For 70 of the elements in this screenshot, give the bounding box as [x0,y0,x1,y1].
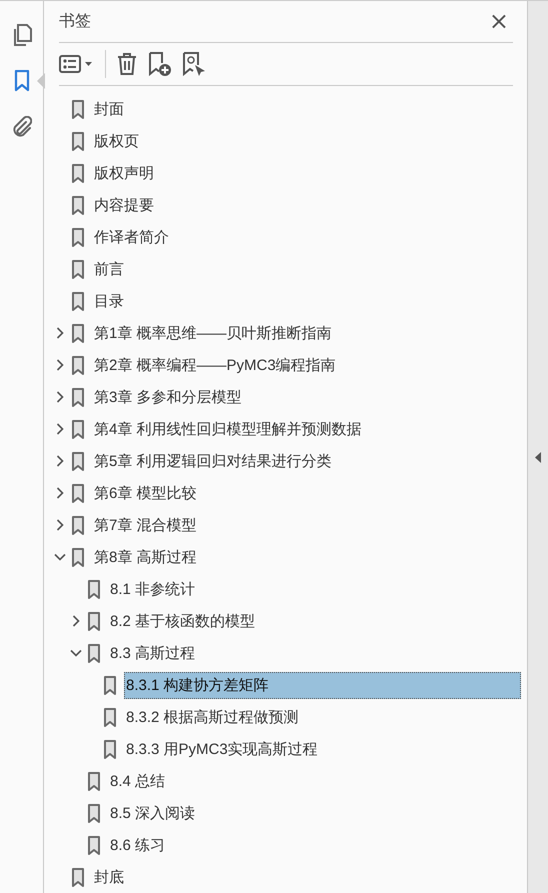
bookmark-item[interactable]: 第8章 高斯过程 [92,544,521,570]
bookmark-icon [72,196,84,214]
bookmark-icon [72,164,84,182]
paperclip-icon[interactable] [12,116,32,138]
bookmark-item[interactable]: 8.6 练习 [108,832,521,858]
close-button[interactable]: × [484,9,513,34]
bookmark-icon [72,132,84,150]
bookmark-item[interactable]: 8.3.2 根据高斯过程做预测 [124,704,521,730]
options-icon[interactable] [59,54,95,74]
bookmark-icon [72,868,84,886]
bookmark-item[interactable]: 8.3.3 用PyMC3实现高斯过程 [124,736,521,762]
bookmark-icon [72,324,84,342]
bookmark-item[interactable]: 作译者简介 [92,224,521,250]
chevron-right-icon[interactable] [56,359,64,371]
bookmark-item[interactable]: 第4章 利用线性回归模型理解并预测数据 [92,416,521,442]
bookmark-item[interactable]: 第1章 概率思维——贝叶斯推断指南 [92,320,521,346]
bookmark-item[interactable]: 目录 [92,288,521,314]
bookmark-icon [72,452,84,470]
bookmark-item[interactable]: 第6章 模型比较 [92,480,521,506]
find-bookmark-icon[interactable] [182,50,206,77]
trash-icon[interactable] [116,52,138,76]
bookmark-icon [88,804,100,822]
bookmark-item[interactable]: 8.3.1 构建协方差矩阵 [124,672,521,698]
bookmark-icon [72,548,84,566]
bookmark-item[interactable]: 8.5 深入阅读 [108,800,521,826]
bookmark-icon [72,292,84,310]
chevron-right-icon[interactable] [56,391,64,403]
bookmark-item[interactable]: 第5章 利用逻辑回归对结果进行分类 [92,448,521,474]
add-bookmark-icon[interactable] [148,50,172,77]
bookmark-item[interactable]: 版权页 [92,128,521,154]
chevron-right-icon[interactable] [56,423,64,435]
bookmark-item[interactable]: 8.2 基于核函数的模型 [108,608,521,634]
bookmark-icon [72,484,84,502]
bookmark-icon [72,356,84,374]
chevron-down-icon[interactable] [54,553,66,561]
bookmark-icon [88,836,100,854]
bookmark-icon [104,708,116,726]
bookmark-item[interactable]: 8.3 高斯过程 [108,640,521,666]
bookmark-icon[interactable] [14,70,30,92]
chevron-right-icon[interactable] [56,519,64,531]
bookmark-item[interactable]: 封底 [92,864,521,890]
bookmark-item[interactable]: 封面 [92,96,521,122]
bookmark-icon [88,644,100,662]
expand-panel-icon[interactable] [535,452,541,462]
chevron-right-icon[interactable] [56,487,64,499]
bookmark-item[interactable]: 8.4 总结 [108,768,521,794]
bookmark-icon [88,612,100,630]
bookmark-item[interactable]: 8.1 非参统计 [108,576,521,602]
bookmark-icon [72,388,84,406]
bookmark-icon [88,580,100,598]
chevron-down-icon[interactable] [70,649,82,657]
bookmark-icon [72,100,84,118]
bookmark-icon [104,676,116,694]
bookmark-item[interactable]: 第2章 概率编程——PyMC3编程指南 [92,352,521,378]
bookmark-icon [72,420,84,438]
bookmark-item[interactable]: 内容提要 [92,192,521,218]
bookmark-icon [72,516,84,534]
chevron-right-icon[interactable] [56,327,64,339]
bookmark-item[interactable]: 第3章 多参和分层模型 [92,384,521,410]
panel-title: 书签 [59,12,91,32]
bookmark-icon [104,740,116,758]
bookmark-icon [72,228,84,246]
bookmark-item[interactable]: 前言 [92,256,521,282]
chevron-right-icon[interactable] [56,455,64,467]
bookmark-item[interactable]: 版权声明 [92,160,521,186]
chevron-right-icon[interactable] [72,615,80,627]
bookmark-icon [88,772,100,790]
bookmark-icon [72,260,84,278]
pages-icon[interactable] [12,24,32,46]
bookmark-item[interactable]: 第7章 混合模型 [92,512,521,538]
